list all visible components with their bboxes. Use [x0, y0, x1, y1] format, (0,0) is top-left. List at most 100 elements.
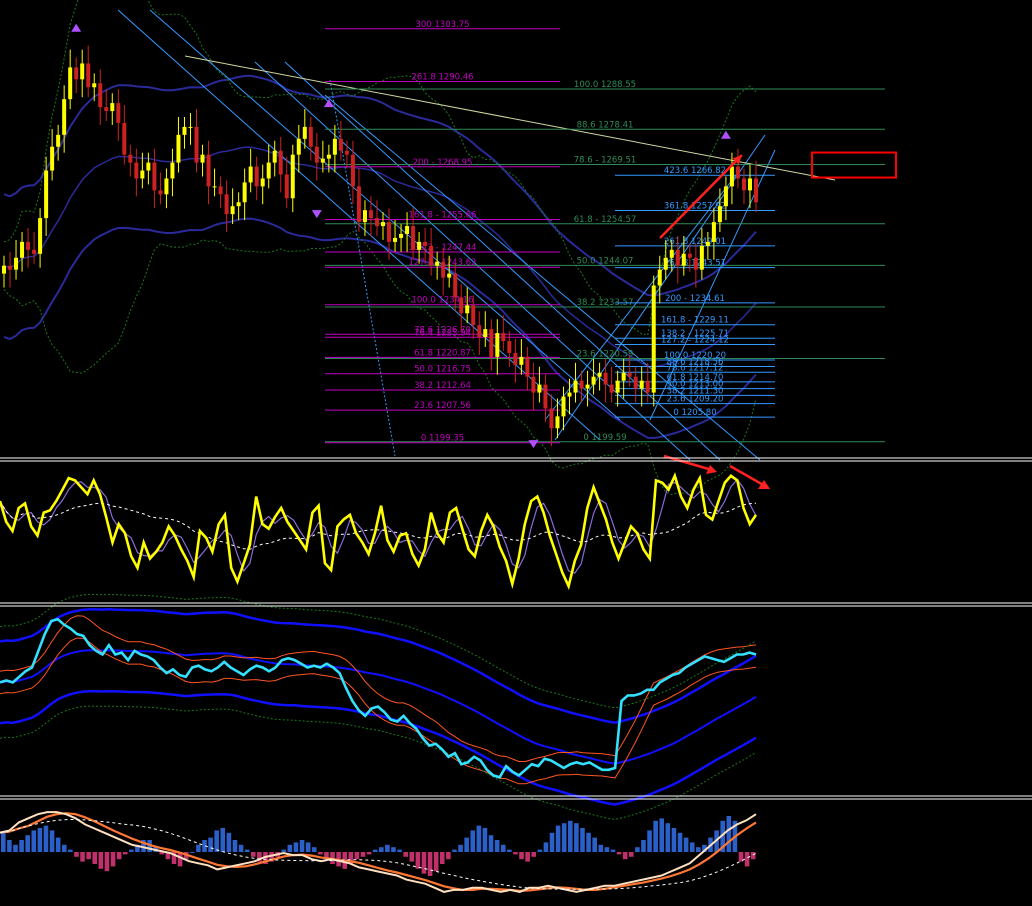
descending-channel-line [284, 61, 721, 461]
candle-body [266, 162, 271, 179]
candle-body [2, 265, 6, 274]
candle-body [122, 122, 127, 155]
macd-histogram-bar [43, 825, 49, 852]
candle-body [356, 186, 361, 223]
candle-body [567, 392, 572, 397]
candle-body [453, 273, 458, 298]
macd-histogram-bar [86, 852, 91, 860]
candle-body [140, 170, 145, 179]
candle-body [296, 138, 301, 155]
candle-body [248, 166, 253, 183]
fractal-arrow-icon [528, 440, 539, 449]
macd-histogram-bar [750, 852, 756, 860]
fib-left-level-label: 161.8 - 1255.66 [409, 210, 477, 220]
candle-body [158, 190, 163, 195]
candle-body [254, 166, 259, 187]
fib-time-line [329, 79, 396, 457]
candle-body [639, 380, 644, 389]
cyan-oscillator-panel [0, 593, 757, 820]
candle-body [62, 99, 67, 135]
candle-body [374, 218, 379, 227]
main-price-panel: 100.0 1288.55 88.6 1278.41 78.6 - 1269.51 6… [2, 0, 897, 496]
candle-body [675, 249, 680, 266]
candle-body [477, 325, 482, 338]
fib-right-level-label: 88.6 1278.41 [577, 120, 634, 130]
macd-histogram-bar [116, 852, 122, 860]
macd-histogram-bar [214, 830, 219, 852]
fib-right-level-label: 78.6 - 1269.51 [574, 156, 637, 166]
macd-histogram-bar [433, 852, 439, 872]
candle-body [50, 146, 55, 171]
macd-histogram-bar [689, 842, 695, 852]
candle-body [591, 376, 596, 385]
candle-body [723, 186, 728, 207]
macd-histogram-bar [500, 844, 506, 852]
macd-histogram-bar [555, 825, 561, 852]
rsi-signal-line [0, 478, 757, 574]
macd-histogram-bar [13, 844, 18, 852]
macd-histogram-bar [525, 852, 530, 862]
macd-histogram-bar [568, 820, 573, 852]
candle-body [423, 241, 428, 246]
macd-histogram-bar [372, 849, 378, 852]
macd-histogram-bar [622, 852, 628, 860]
fib-right-level-label: 100.0 1288.55 [574, 80, 636, 90]
bollinger-middle [3, 146, 757, 368]
macd-histogram-bar [452, 849, 457, 852]
candle-body [543, 384, 548, 409]
candle-body [705, 241, 710, 246]
fib-mid-level-label: 23.6 1209.20 [667, 395, 724, 405]
candle-body [471, 305, 476, 326]
macd-histogram-bar [458, 844, 463, 852]
candle-body [495, 333, 500, 357]
candle-body [711, 222, 716, 242]
macd-histogram-bar [421, 852, 427, 874]
macd-histogram-bar [129, 849, 134, 852]
candle-body [284, 174, 289, 199]
macd-histogram-bar [409, 852, 415, 862]
candle-body [200, 154, 205, 163]
candle-body [146, 162, 151, 171]
bollinger-inner-upper [3, 0, 757, 336]
candle-body [194, 126, 199, 163]
candle-body [326, 154, 331, 159]
macd-histogram-bar [232, 840, 238, 852]
chart-canvas[interactable]: 100.0 1288.55 88.6 1278.41 78.6 - 1269.51 6… [0, 0, 1032, 906]
macd-histogram-bar [635, 847, 640, 852]
candle-body [447, 273, 452, 278]
candle-body [362, 210, 367, 223]
macd-histogram-bar [586, 832, 591, 852]
macd-histogram-bar [190, 852, 195, 853]
fib-left-level-label: 50.0 1216.75 [414, 365, 471, 375]
macd-histogram-bar [415, 852, 421, 869]
candle-body [645, 380, 650, 393]
candle-body [308, 126, 313, 147]
fib-left-level-label: 23.6 1207.56 [414, 401, 471, 411]
candle-body [128, 154, 133, 163]
fib-right-level-label: 50.0 1244.07 [577, 256, 634, 266]
candle-body [38, 218, 43, 254]
macd-histogram-bar [494, 840, 500, 852]
macd-histogram-bar [354, 852, 360, 860]
macd-histogram-bar [653, 820, 658, 852]
fib-mid-level-label: 127.2 - 1224.12 [661, 336, 729, 346]
candle-body [699, 245, 704, 270]
macd-histogram-bar [318, 852, 323, 855]
candle-body [56, 134, 61, 147]
macd-histogram-bar [68, 849, 73, 852]
candle-body [338, 138, 343, 151]
candle-body [429, 245, 434, 266]
macd-histogram-bar [403, 852, 408, 857]
trading-chart[interactable]: 100.0 1288.55 88.6 1278.41 78.6 - 1269.51 6… [0, 0, 1032, 906]
candle-body [465, 305, 470, 314]
macd-histogram-bar [696, 847, 701, 852]
candle-body [525, 356, 530, 377]
candle-body [344, 150, 349, 155]
candle-body [206, 154, 211, 187]
candle-body [176, 134, 181, 163]
macd-histogram-bar [98, 852, 104, 869]
candle-body [489, 329, 494, 357]
fractal-arrow-icon [720, 130, 731, 139]
macd-histogram-bar [287, 844, 293, 852]
candle-body [435, 261, 440, 266]
